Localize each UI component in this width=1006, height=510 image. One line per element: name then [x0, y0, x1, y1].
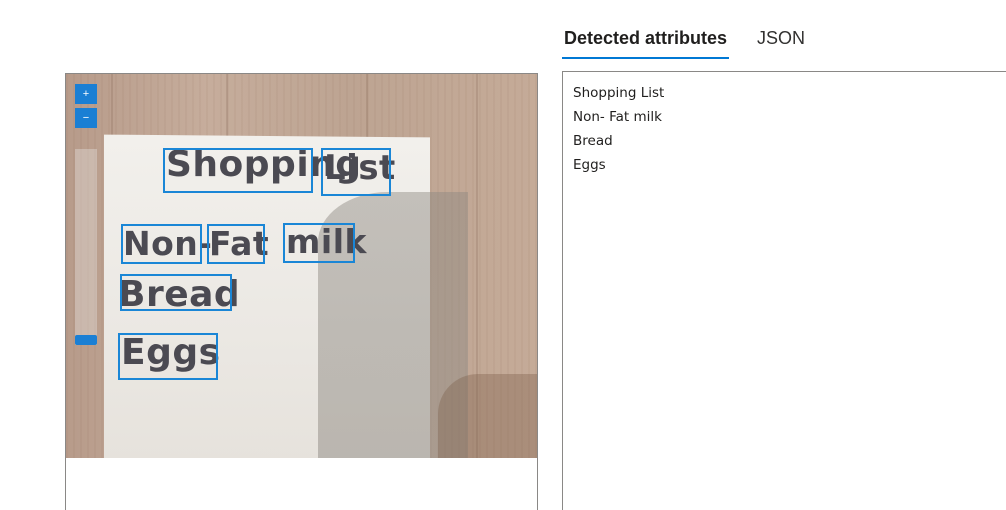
word-bounding-box[interactable]: [121, 224, 202, 264]
image-panel: Shopping List Non- Fat milk Bread Eggs +…: [65, 73, 538, 510]
zoom-slider-thumb[interactable]: [75, 335, 97, 345]
attribute-line: Bread: [573, 133, 613, 149]
tab-detected-attributes[interactable]: Detected attributes: [562, 22, 730, 59]
word-bounding-box[interactable]: [118, 333, 218, 380]
zoom-slider-track[interactable]: [75, 149, 97, 345]
word-bounding-box[interactable]: [283, 223, 355, 263]
attribute-line: Non- Fat milk: [573, 109, 662, 125]
zoom-in-button[interactable]: +: [75, 84, 97, 104]
shadow-area: [438, 374, 537, 458]
app-root: Detected attributes JSON Shopping List N…: [0, 0, 1006, 510]
word-bounding-box[interactable]: [321, 148, 391, 196]
document-photo: Shopping List Non- Fat milk Bread Eggs +…: [66, 74, 537, 458]
word-bounding-box[interactable]: [207, 224, 265, 264]
tab-bar: Detected attributes JSON: [562, 22, 807, 62]
word-bounding-box[interactable]: [120, 274, 232, 311]
attribute-line: Eggs: [573, 157, 606, 173]
zoom-out-button[interactable]: −: [75, 108, 97, 128]
zoom-out-icon: −: [82, 112, 90, 124]
tab-json[interactable]: JSON: [755, 22, 807, 54]
word-bounding-box[interactable]: [163, 148, 313, 193]
detected-attributes-panel: Shopping List Non- Fat milk Bread Eggs: [562, 71, 1006, 510]
attribute-line: Shopping List: [573, 85, 665, 101]
zoom-in-icon: +: [82, 88, 90, 100]
